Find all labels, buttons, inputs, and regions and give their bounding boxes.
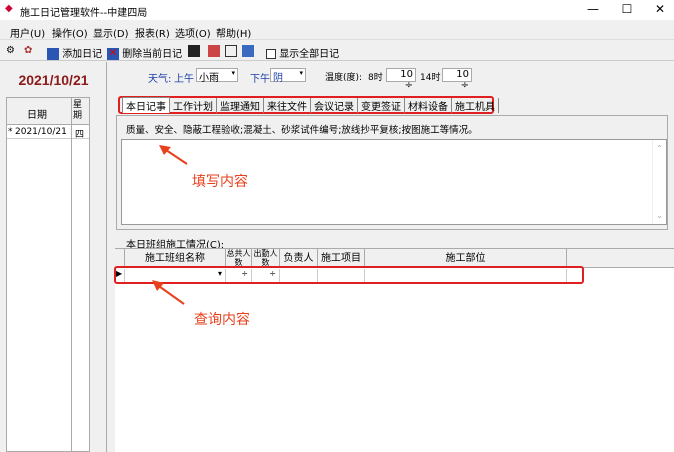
- title-bar: ◆ 施工日记管理软件--中建四局 — ☐ ✕: [0, 0, 674, 20]
- temp-14-label: 14时: [420, 73, 441, 83]
- table-row[interactable]: * 2021/10/21 四: [7, 126, 89, 140]
- tab-bar: 本日记事 工作计划 监理通知 来往文件 会议记录 变更签证 材料设备 施工机具: [118, 96, 499, 114]
- temp-8-spinner[interactable]: 10 ÷: [386, 68, 416, 91]
- tab-machinery[interactable]: 施工机具: [452, 97, 499, 113]
- menu-options[interactable]: 选项(O): [175, 25, 211, 40]
- copy-icon: [242, 45, 254, 57]
- weather-am-label: 上午: [174, 74, 194, 85]
- tab-materials[interactable]: 材料设备: [405, 97, 452, 113]
- col-date[interactable]: 日期: [27, 106, 47, 121]
- temp-8-value: 10: [400, 69, 413, 80]
- row-marker: *: [8, 127, 13, 137]
- tab-work-plan[interactable]: 工作计划: [170, 97, 217, 113]
- weather-pm-label: 下午: [250, 74, 270, 85]
- temperature-label: 温度(度):: [325, 73, 363, 83]
- show-all-checkbox[interactable]: 显示全部日记: [266, 45, 339, 60]
- delete-diary-icon: ✕: [107, 48, 119, 60]
- checkbox-icon: [266, 49, 276, 59]
- weather-label: 天气:: [148, 74, 172, 85]
- fill-annotation: 填写内容: [192, 174, 248, 190]
- menu-report[interactable]: 报表(R): [135, 25, 170, 40]
- app-logo-icon: ◆: [5, 3, 13, 14]
- print-preview-button[interactable]: [225, 45, 237, 57]
- temp-14-spinner[interactable]: 10 ÷: [442, 68, 472, 91]
- maximize-button[interactable]: ☐: [612, 2, 642, 16]
- copy-button[interactable]: [242, 45, 254, 57]
- weather-am-value: 小雨: [199, 73, 219, 84]
- tab-supervision-notice[interactable]: 监理通知: [217, 97, 264, 113]
- delete-diary-button[interactable]: ✕ 删除当前日记: [107, 45, 182, 60]
- delete-diary-label: 删除当前日记: [122, 49, 183, 60]
- toolbar: ⚙ ✿ 添加日记 ✕ 删除当前日记 显示全部日记: [0, 41, 674, 61]
- temp-14-value: 10: [456, 69, 469, 80]
- col-filler: [567, 249, 674, 268]
- arrow-icon: [152, 280, 185, 305]
- col-week[interactable]: 星期: [73, 100, 83, 122]
- weather-pm-select[interactable]: 阴 ▾: [270, 68, 306, 84]
- save-button[interactable]: [188, 45, 200, 57]
- tab-today-notes[interactable]: 本日记事: [122, 97, 170, 113]
- arrow-icon: [159, 145, 188, 165]
- window-title: 施工日记管理软件--中建四局: [20, 8, 148, 19]
- tab-correspondence[interactable]: 来往文件: [264, 97, 311, 113]
- add-diary-label: 添加日记: [62, 49, 103, 60]
- menu-display[interactable]: 显示(D): [93, 25, 129, 40]
- tab-meeting-records[interactable]: 会议记录: [311, 97, 358, 113]
- date-list[interactable]: 日期 星期 * 2021/10/21 四: [6, 97, 90, 452]
- chevron-down-icon: ▾: [299, 69, 303, 77]
- row-date: 2021/10/21: [15, 127, 67, 137]
- print-preview-icon: [225, 45, 237, 57]
- row-week: 四: [75, 130, 85, 140]
- weather-am-select[interactable]: 小雨 ▾: [196, 68, 238, 84]
- left-panel: 2021/10/21 日期 星期 * 2021/10/21 四: [0, 62, 107, 452]
- vertical-scrollbar[interactable]: ⌃ ⌄: [652, 140, 666, 224]
- print-icon: [208, 45, 220, 57]
- temp-8-label: 8时: [368, 73, 383, 83]
- menu-bar: 用户(U) 操作(O) 显示(D) 报表(R) 选项(O) 帮助(H): [0, 20, 674, 40]
- save-icon: [188, 45, 200, 57]
- weather-pm-value: 阴: [273, 73, 283, 84]
- chevron-down-icon: ▾: [231, 69, 235, 77]
- switch-user-icon[interactable]: ✿: [24, 45, 32, 56]
- menu-help[interactable]: 帮助(H): [216, 25, 251, 40]
- hint-text: 质量、安全、隐蔽工程验收;混凝土、砂浆试件编号;放线抄平复核;按图施工等情况。: [126, 125, 478, 136]
- column-divider: [71, 98, 72, 451]
- print-button[interactable]: [208, 45, 220, 57]
- query-annotation: 查询内容: [194, 312, 250, 328]
- close-button[interactable]: ✕: [645, 2, 674, 16]
- menu-operate[interactable]: 操作(O): [52, 25, 88, 40]
- add-diary-icon: [47, 48, 59, 60]
- date-list-header: 日期 星期: [7, 98, 89, 125]
- menu-user[interactable]: 用户(U): [10, 25, 45, 40]
- minimize-button[interactable]: —: [578, 2, 608, 16]
- user-settings-icon[interactable]: ⚙: [6, 45, 15, 56]
- current-date: 2021/10/21: [18, 72, 89, 88]
- show-all-label: 显示全部日记: [279, 49, 340, 60]
- tab-change-visa[interactable]: 变更签证: [358, 97, 405, 113]
- add-diary-button[interactable]: 添加日记: [47, 45, 102, 60]
